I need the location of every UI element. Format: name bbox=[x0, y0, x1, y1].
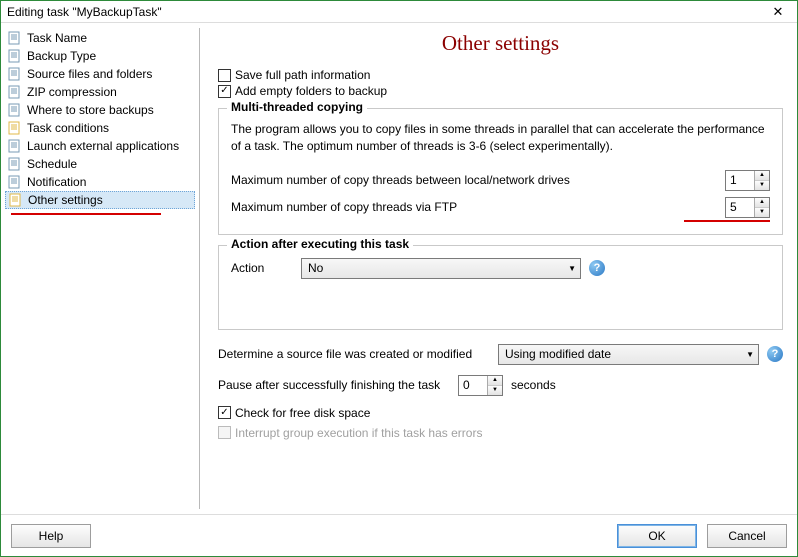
sidebar-item-label: Source files and folders bbox=[27, 67, 152, 81]
local-threads-row: Maximum number of copy threads between l… bbox=[231, 170, 770, 191]
main-panel: Other settings Save full path informatio… bbox=[200, 23, 797, 514]
save-full-path-checkbox[interactable] bbox=[218, 69, 231, 82]
annotation-underline-icon bbox=[684, 220, 770, 222]
sidebar-item-conditions[interactable]: Task conditions bbox=[5, 119, 195, 137]
pause-stepper[interactable]: ▲ ▼ bbox=[458, 375, 503, 396]
sidebar-item-label: Notification bbox=[27, 175, 86, 189]
add-empty-folders-checkbox[interactable] bbox=[218, 85, 231, 98]
ok-button[interactable]: OK bbox=[617, 524, 697, 548]
check-free-space-row: Check for free disk space bbox=[218, 406, 783, 420]
page-icon bbox=[8, 121, 22, 135]
ftp-threads-row: Maximum number of copy threads via FTP ▲… bbox=[231, 197, 770, 218]
sidebar-item-label: Task Name bbox=[27, 31, 87, 45]
action-select-value: No bbox=[308, 261, 323, 275]
help-icon[interactable]: ? bbox=[767, 346, 783, 362]
page-icon bbox=[8, 103, 22, 117]
annotation-underline-icon bbox=[11, 213, 161, 215]
help-button[interactable]: Help bbox=[11, 524, 91, 548]
pause-row: Pause after successfully finishing the t… bbox=[218, 375, 783, 396]
action-after-legend: Action after executing this task bbox=[227, 237, 413, 251]
page-icon bbox=[8, 139, 22, 153]
titlebar: Editing task "MyBackupTask" ✕ bbox=[1, 1, 797, 23]
page-icon bbox=[8, 67, 22, 81]
multithread-description: The program allows you to copy files in … bbox=[231, 121, 770, 156]
sidebar-item-source-files[interactable]: Source files and folders bbox=[5, 65, 195, 83]
spinner-down-icon[interactable]: ▼ bbox=[488, 386, 502, 395]
sidebar-item-zip[interactable]: ZIP compression bbox=[5, 83, 195, 101]
sidebar-item-task-name[interactable]: Task Name bbox=[5, 29, 195, 47]
page-icon bbox=[8, 49, 22, 63]
sidebar-item-label: ZIP compression bbox=[27, 85, 117, 99]
body-area: Task Name Backup Type Source files and f… bbox=[1, 23, 797, 514]
local-threads-label: Maximum number of copy threads between l… bbox=[231, 173, 725, 187]
sidebar: Task Name Backup Type Source files and f… bbox=[1, 23, 199, 514]
multithread-fieldset: Multi-threaded copying The program allow… bbox=[218, 108, 783, 235]
window-frame: Editing task "MyBackupTask" ✕ Task Name … bbox=[0, 0, 798, 557]
determine-label: Determine a source file was created or m… bbox=[218, 347, 498, 361]
action-after-fieldset: Action after executing this task Action … bbox=[218, 245, 783, 330]
action-select[interactable]: No ▼ bbox=[301, 258, 581, 279]
check-free-space-label: Check for free disk space bbox=[235, 406, 370, 420]
add-empty-folders-row: Add empty folders to backup bbox=[218, 84, 783, 98]
page-icon bbox=[8, 85, 22, 99]
sidebar-item-label: Where to store backups bbox=[27, 103, 154, 117]
spinner-buttons: ▲ ▼ bbox=[754, 198, 769, 217]
save-full-path-label: Save full path information bbox=[235, 68, 370, 82]
cancel-button[interactable]: Cancel bbox=[707, 524, 787, 548]
sidebar-item-notification[interactable]: Notification bbox=[5, 173, 195, 191]
multithread-legend: Multi-threaded copying bbox=[227, 100, 367, 114]
chevron-down-icon: ▼ bbox=[746, 350, 754, 359]
close-icon: ✕ bbox=[773, 4, 784, 20]
pause-unit-label: seconds bbox=[511, 378, 556, 392]
sidebar-item-label: Other settings bbox=[28, 193, 103, 207]
sidebar-item-launch-apps[interactable]: Launch external applications bbox=[5, 137, 195, 155]
spinner-down-icon[interactable]: ▼ bbox=[755, 181, 769, 190]
sidebar-item-where-store[interactable]: Where to store backups bbox=[5, 101, 195, 119]
local-threads-input[interactable] bbox=[726, 171, 754, 190]
check-free-space-checkbox[interactable] bbox=[218, 406, 231, 419]
pause-input[interactable] bbox=[459, 376, 487, 395]
spinner-down-icon[interactable]: ▼ bbox=[755, 208, 769, 217]
spinner-up-icon[interactable]: ▲ bbox=[755, 171, 769, 181]
page-title: Other settings bbox=[218, 31, 783, 56]
interrupt-row: Interrupt group execution if this task h… bbox=[218, 426, 783, 440]
action-row: Action No ▼ ? bbox=[231, 258, 770, 279]
page-icon bbox=[8, 157, 22, 171]
spinner-buttons: ▲ ▼ bbox=[754, 171, 769, 190]
page-icon bbox=[8, 175, 22, 189]
spinner-up-icon[interactable]: ▲ bbox=[488, 376, 502, 386]
ftp-threads-input[interactable] bbox=[726, 198, 754, 217]
sidebar-item-backup-type[interactable]: Backup Type bbox=[5, 47, 195, 65]
local-threads-stepper[interactable]: ▲ ▼ bbox=[725, 170, 770, 191]
interrupt-checkbox bbox=[218, 426, 231, 439]
sidebar-item-label: Launch external applications bbox=[27, 139, 179, 153]
sidebar-item-label: Schedule bbox=[27, 157, 77, 171]
determine-row: Determine a source file was created or m… bbox=[218, 344, 783, 365]
page-icon bbox=[9, 193, 23, 207]
chevron-down-icon: ▼ bbox=[568, 264, 576, 273]
sidebar-item-schedule[interactable]: Schedule bbox=[5, 155, 195, 173]
footer: Help OK Cancel bbox=[1, 514, 797, 556]
determine-select[interactable]: Using modified date ▼ bbox=[498, 344, 759, 365]
ftp-threads-label: Maximum number of copy threads via FTP bbox=[231, 200, 725, 214]
close-button[interactable]: ✕ bbox=[759, 1, 797, 23]
spinner-up-icon[interactable]: ▲ bbox=[755, 198, 769, 208]
sidebar-item-label: Task conditions bbox=[27, 121, 109, 135]
determine-select-value: Using modified date bbox=[505, 347, 611, 361]
action-label: Action bbox=[231, 261, 301, 275]
pause-label: Pause after successfully finishing the t… bbox=[218, 378, 458, 392]
page-icon bbox=[8, 31, 22, 45]
ftp-threads-stepper[interactable]: ▲ ▼ bbox=[725, 197, 770, 218]
sidebar-item-other-settings[interactable]: Other settings bbox=[5, 191, 195, 209]
window-title: Editing task "MyBackupTask" bbox=[7, 5, 162, 19]
save-full-path-row: Save full path information bbox=[218, 68, 783, 82]
spinner-buttons: ▲ ▼ bbox=[487, 376, 502, 395]
interrupt-label: Interrupt group execution if this task h… bbox=[235, 426, 482, 440]
sidebar-item-label: Backup Type bbox=[27, 49, 96, 63]
add-empty-folders-label: Add empty folders to backup bbox=[235, 84, 387, 98]
help-icon[interactable]: ? bbox=[589, 260, 605, 276]
